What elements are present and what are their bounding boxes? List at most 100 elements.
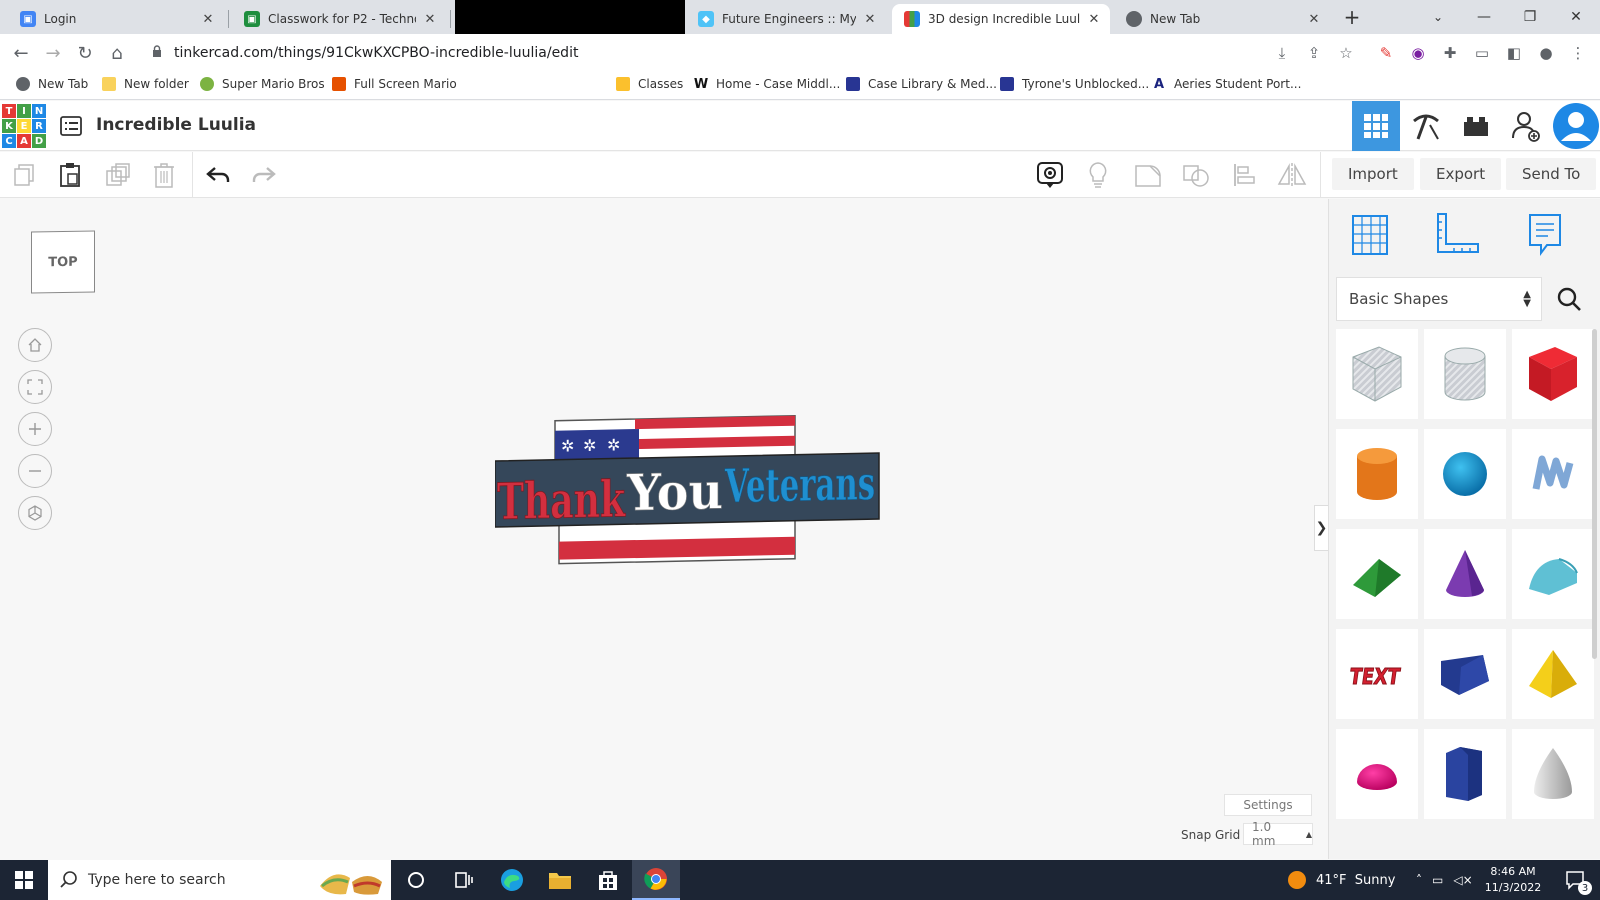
bookmark-new-tab[interactable]: New Tab [16,77,88,91]
undo-button[interactable] [200,158,236,192]
shapes-scrollbar[interactable] [1592,329,1597,659]
notes-toggle-button[interactable] [1032,158,1068,192]
workplane-viewport[interactable]: TOP ✲✲✲ ✲✲✲ Thank Yo [0,199,1328,859]
light-bulb-button[interactable] [1080,158,1116,192]
shape-polygon[interactable] [1424,729,1506,819]
import-button[interactable]: Import [1332,158,1414,190]
user-avatar[interactable] [1552,101,1600,151]
shape-pyramid[interactable] [1512,629,1594,719]
shape-sphere[interactable] [1424,429,1506,519]
copy-button[interactable] [6,158,42,192]
redo-button[interactable] [246,158,282,192]
tab-classwork[interactable]: ▣ Classwork for P2 - Technology ✕ [232,4,446,34]
shape-box-hole[interactable] [1336,329,1418,419]
chrome-taskbar-button[interactable] [632,860,680,900]
tab-new-tab[interactable]: New Tab ✕ [1114,4,1330,34]
notifications-button[interactable]: 3 [1552,860,1600,900]
task-view-button[interactable] [440,860,488,900]
mirror-button[interactable] [1274,158,1310,192]
extensions-puzzle-icon[interactable]: ✚ [1438,41,1462,65]
back-icon[interactable]: ← [8,40,34,66]
restore-button[interactable]: ❐ [1508,0,1552,34]
bookmark-full-screen-mario[interactable]: Full Screen Mario [332,77,457,91]
bricks-button[interactable] [1452,101,1500,151]
tab-future-engineers[interactable]: ◆ Future Engineers :: My Dashboard ✕ [686,4,886,34]
bookmark-tyrones-unblocked[interactable]: Tyrone's Unblocked... [1000,77,1149,91]
shape-cylinder-hole[interactable] [1424,329,1506,419]
start-button[interactable] [0,860,48,900]
view-cube[interactable]: TOP [31,230,95,294]
shape-category-select[interactable]: Basic Shapes ▲ ▼ [1336,277,1542,321]
tab-login[interactable]: ▣ Login ✕ [8,4,224,34]
chevron-up-icon[interactable]: ˄ [1416,873,1422,887]
profile-avatar-icon[interactable]: ● [1534,41,1558,65]
settings-button[interactable]: Settings [1224,794,1312,816]
notes-tool-button[interactable] [1517,209,1573,259]
clock[interactable]: 8:46 AM 11/3/2022 [1482,864,1544,896]
workplane-tool-button[interactable] [1343,209,1399,259]
taskbar-search-box[interactable]: Type here to search [48,860,391,900]
bookmark-classes[interactable]: Classes [616,77,683,91]
design-title[interactable]: Incredible Luulia [96,115,256,135]
snap-grid-select[interactable]: 1.0 mm ▲ [1243,820,1313,848]
weather-widget[interactable]: 41°F Sunny [1288,860,1395,900]
shape-cone[interactable] [1424,529,1506,619]
collapse-panel-button[interactable]: ❯ [1314,505,1328,551]
minimize-button[interactable]: — [1462,0,1506,34]
blocks-button[interactable] [1402,101,1450,151]
fit-view-button[interactable] [18,370,52,404]
shape-scribble[interactable] [1512,429,1594,519]
cast-icon[interactable]: ▭ [1470,41,1494,65]
cortana-button[interactable] [392,860,440,900]
shape-search-button[interactable] [1546,277,1592,321]
bookmark-new-folder[interactable]: New folder [102,77,189,91]
zoom-in-button[interactable] [18,412,52,446]
forward-icon[interactable]: → [40,40,66,66]
paste-button[interactable] [52,158,88,192]
network-icon[interactable]: ▭ [1432,873,1443,887]
bookmark-case-library[interactable]: Case Library & Med... [846,77,997,91]
bookmark-super-mario[interactable]: Super Mario Bros [200,77,325,91]
send-to-button[interactable]: Send To [1506,158,1597,190]
bookmark-aeries[interactable]: A Aeries Student Port... [1152,77,1301,92]
bookmark-star-icon[interactable]: ☆ [1334,41,1358,65]
volume-muted-icon[interactable]: ◁× [1453,873,1472,887]
close-window-button[interactable]: ✕ [1554,0,1598,34]
install-app-icon[interactable]: ⤓ [1270,41,1294,65]
side-panel-icon[interactable]: ◧ [1502,41,1526,65]
store-button[interactable] [584,860,632,900]
perspective-toggle-button[interactable] [18,496,52,530]
home-icon[interactable]: ⌂ [104,40,130,66]
ruler-tool-button[interactable] [1429,209,1485,259]
bookmark-case-middle[interactable]: W Home - Case Middl... [694,77,840,92]
shape-box[interactable] [1512,329,1594,419]
shape-paraboloid[interactable] [1512,729,1594,819]
file-explorer-button[interactable] [536,860,584,900]
align-button[interactable] [1226,158,1262,192]
home-view-button[interactable] [18,328,52,362]
ungroup-button[interactable] [1178,158,1214,192]
extension-circle-icon[interactable]: ◉ [1406,41,1430,65]
tab-search-chevron-icon[interactable]: ⌄ [1416,0,1460,34]
shape-round-roof[interactable] [1512,529,1594,619]
invite-user-button[interactable] [1502,101,1550,151]
close-icon[interactable]: ✕ [862,12,878,27]
zoom-out-button[interactable] [18,454,52,488]
share-icon[interactable]: ⇪ [1302,41,1326,65]
shape-cylinder[interactable] [1336,429,1418,519]
reload-icon[interactable]: ↻ [72,40,98,66]
design-list-button[interactable] [58,113,84,139]
edge-button[interactable] [488,860,536,900]
export-button[interactable]: Export [1420,158,1502,190]
delete-button[interactable] [146,158,182,192]
close-icon[interactable]: ✕ [1086,12,1102,27]
shape-half-sphere[interactable] [1336,729,1418,819]
group-button[interactable] [1130,158,1166,192]
duplicate-button[interactable] [100,158,136,192]
chrome-menu-icon[interactable]: ⋮ [1566,41,1590,65]
shape-wedge[interactable] [1424,629,1506,719]
shape-text[interactable]: TEXT [1336,629,1418,719]
new-tab-button[interactable]: + [1330,0,1374,34]
tab-tinkercad[interactable]: 3D design Incredible Luulia | Tinkercad … [892,4,1110,34]
tinkercad-logo[interactable]: T I N K E R C A D [2,104,46,148]
